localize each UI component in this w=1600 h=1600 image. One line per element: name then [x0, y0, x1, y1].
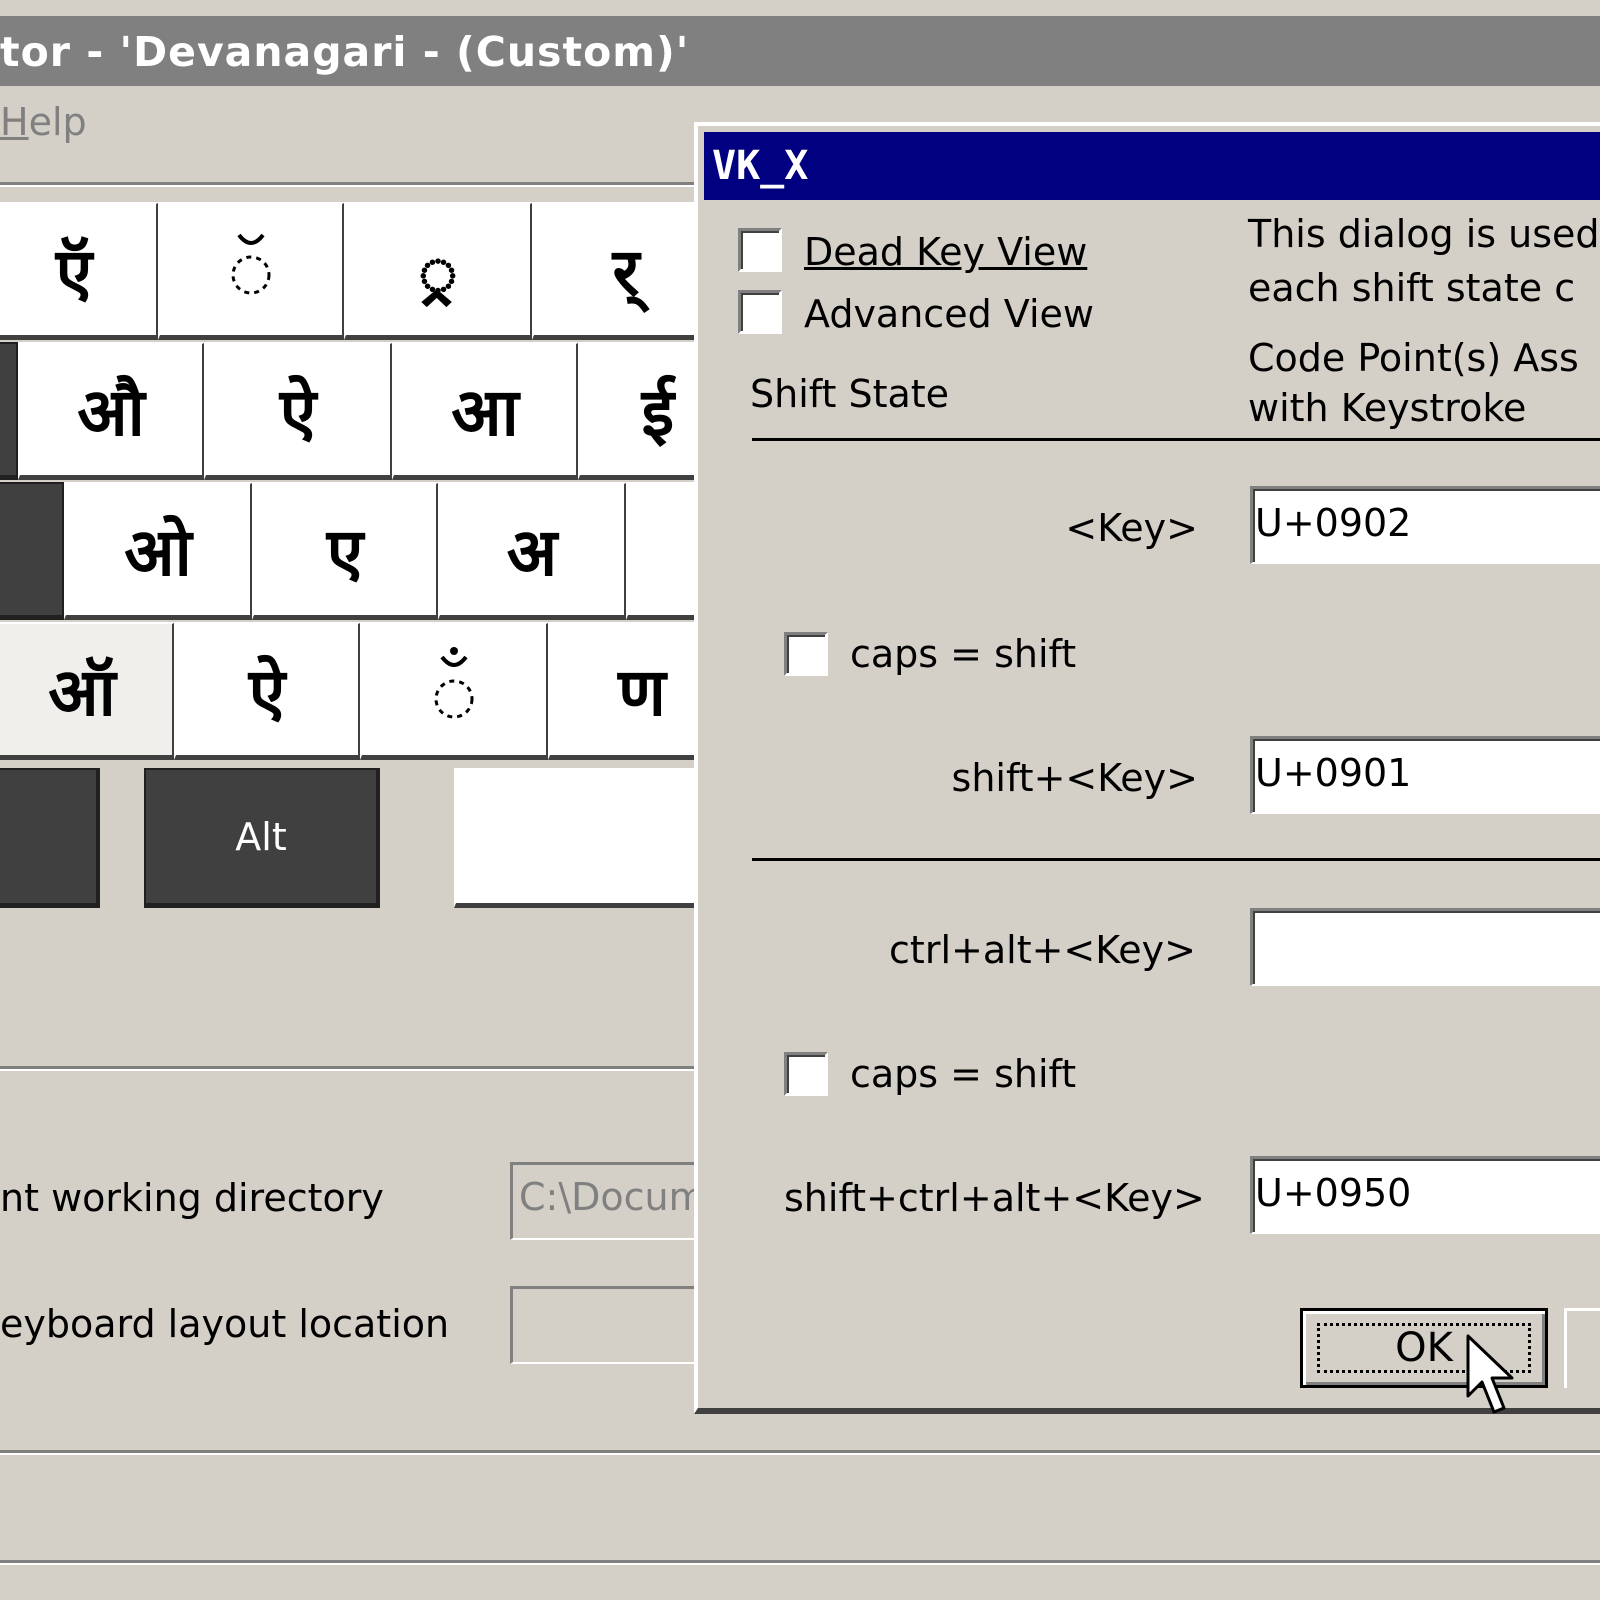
- menu-help[interactable]: Help: [0, 100, 87, 144]
- key-row5-alt[interactable]: Alt: [144, 768, 380, 908]
- key-row2-1[interactable]: औ: [18, 342, 206, 480]
- caps-shift-label-2[interactable]: caps = shift: [850, 1052, 1076, 1096]
- key-row5-ctrl[interactable]: l: [0, 768, 100, 908]
- key-row3-1[interactable]: ओ: [64, 482, 254, 620]
- key-code-field[interactable]: U+0902: [1250, 486, 1600, 564]
- key-row1-2[interactable]: [158, 202, 346, 340]
- shift-ctrl-alt-key-label: shift+ctrl+alt+<Key>: [784, 1176, 1205, 1220]
- dialog-title: VK_X: [712, 143, 809, 189]
- key-row1-1[interactable]: ऍ: [0, 202, 160, 340]
- layout-location-label: eyboard layout location: [0, 1302, 450, 1346]
- working-directory-label: nt working directory: [0, 1176, 384, 1220]
- shift-state-header: Shift State: [750, 372, 950, 416]
- key-row4-1[interactable]: ऑ: [0, 622, 176, 760]
- key-row4-3[interactable]: [360, 622, 550, 760]
- code-points-header-2: with Keystroke: [1248, 386, 1527, 430]
- key-row2-edge[interactable]: [0, 342, 20, 480]
- dead-key-view-label[interactable]: Dead Key View: [804, 230, 1087, 274]
- description-line-1: This dialog is used: [1248, 212, 1600, 256]
- next-button-edge[interactable]: [1564, 1308, 1600, 1388]
- caps-shift-checkbox-2[interactable]: [784, 1052, 828, 1096]
- key-row3-2[interactable]: ए: [252, 482, 440, 620]
- key-row3-edge[interactable]: [0, 482, 66, 620]
- key-label: <Key>: [1065, 506, 1198, 550]
- caps-shift-label-1[interactable]: caps = shift: [850, 632, 1076, 676]
- key-row1-3[interactable]: ्र: [344, 202, 534, 340]
- shift-key-code-field[interactable]: U+0901: [1250, 736, 1600, 814]
- menu-help-rest: elp: [28, 100, 87, 144]
- group-rule: [752, 858, 1600, 861]
- code-points-header-1: Code Point(s) Ass: [1248, 336, 1579, 380]
- header-rule: [752, 438, 1600, 441]
- dead-key-view-text: Dead Key View: [804, 230, 1088, 274]
- key-row2-2[interactable]: ऐ: [204, 342, 394, 480]
- dialog-title-bar[interactable]: VK_X: [704, 132, 1600, 200]
- dotted-circle-chandrabindu-glyph: [434, 646, 474, 718]
- description-line-2: each shift state c: [1248, 266, 1576, 310]
- menu-help-mnemonic: H: [0, 100, 29, 144]
- main-window-title: tor - 'Devanagari - (Custom)': [0, 28, 690, 76]
- shift-ctrl-alt-key-code-field[interactable]: U+0950: [1250, 1156, 1600, 1234]
- dotted-circle-chandra-glyph: [231, 233, 271, 294]
- ok-label: OK: [1395, 1325, 1453, 1371]
- caps-shift-checkbox-1[interactable]: [784, 632, 828, 676]
- keyboard-separator: [0, 1066, 700, 1071]
- mouse-cursor-icon: [1466, 1334, 1514, 1414]
- key-row2-3[interactable]: आ: [392, 342, 580, 480]
- key-row3-3[interactable]: अ: [438, 482, 628, 620]
- menu-separator: [0, 182, 700, 187]
- advanced-view-checkbox[interactable]: [738, 290, 782, 334]
- bottom-separator: [0, 1560, 1600, 1565]
- ctrl-alt-key-code-field[interactable]: [1250, 908, 1600, 986]
- key-row4-2[interactable]: ऐ: [174, 622, 362, 760]
- shift-key-label: shift+<Key>: [951, 756, 1198, 800]
- ctrl-alt-key-label: ctrl+alt+<Key>: [889, 928, 1196, 972]
- status-separator: [0, 1450, 1600, 1455]
- vk-dialog: VK_X Dead Key View Advanced View This di…: [694, 122, 1600, 1414]
- dead-key-view-checkbox[interactable]: [738, 228, 782, 272]
- advanced-view-label[interactable]: Advanced View: [804, 292, 1094, 336]
